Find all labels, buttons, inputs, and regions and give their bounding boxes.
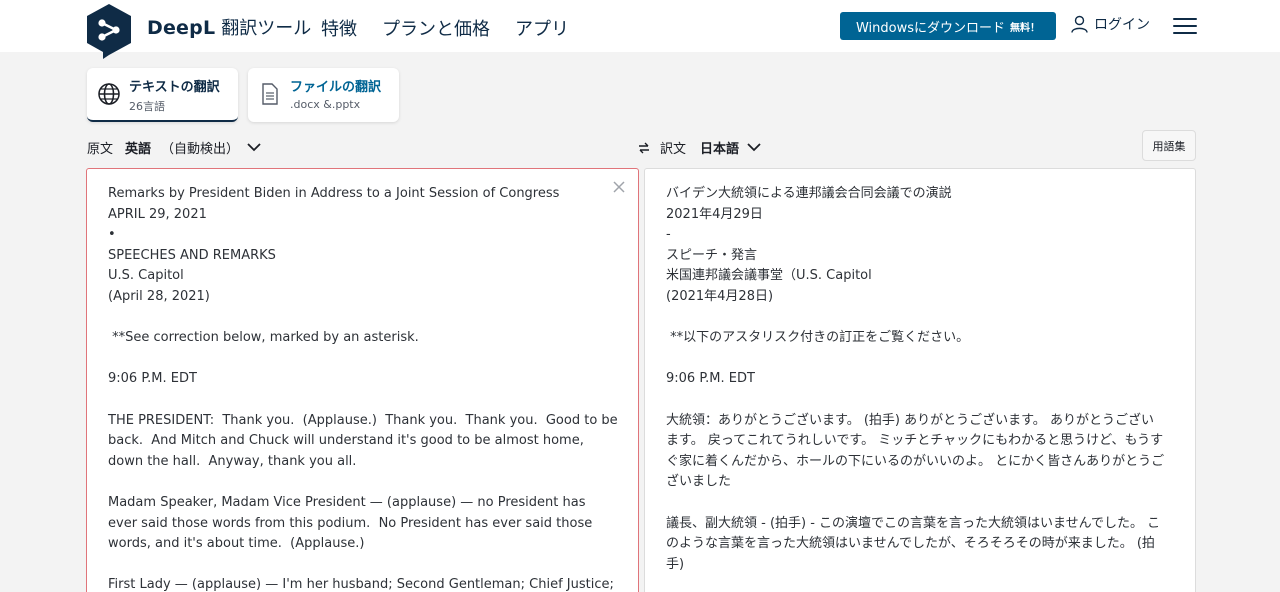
brand[interactable]: DeepL 翻訳ツール — [147, 14, 311, 40]
deepl-logo-icon[interactable] — [85, 3, 133, 59]
swap-languages-icon[interactable] — [638, 142, 650, 154]
target-language: 日本語 — [700, 142, 740, 157]
auto-detect-label: （自動検出） — [161, 142, 240, 157]
tab-file-title: ファイルの翻訳 — [290, 80, 382, 95]
download-label: Windowsにダウンロード — [855, 20, 1006, 36]
target-language-selector[interactable]: 訳文 日本語 — [638, 138, 761, 157]
windows-download-button[interactable]: Windowsにダウンロード 無料！ — [840, 12, 1056, 40]
chevron-down-icon — [747, 143, 761, 152]
clear-text-icon[interactable] — [611, 179, 627, 195]
main-nav: 特徴 プランと価格 アプリ — [321, 15, 569, 41]
download-free-label: 無料！ — [1010, 22, 1041, 34]
tab-text-subtitle: 26言語 — [129, 100, 165, 113]
source-language: 英語 — [125, 142, 152, 157]
source-textarea[interactable]: Remarks by President Biden in Address to… — [108, 184, 618, 592]
login-label: ログイン — [1094, 17, 1150, 33]
source-text-panel[interactable]: Remarks by President Biden in Address to… — [86, 168, 639, 592]
user-icon — [1071, 15, 1088, 33]
globe-icon — [98, 83, 120, 105]
hamburger-menu-icon[interactable] — [1173, 18, 1197, 36]
glossary-button[interactable]: 用語集 — [1142, 130, 1196, 161]
login-button[interactable]: ログイン — [1071, 14, 1150, 34]
brand-subtitle: 翻訳ツール — [221, 18, 312, 39]
top-header: DeepL 翻訳ツール 特徴 プランと価格 アプリ Windowsにダウンロード… — [0, 0, 1280, 59]
nav-features[interactable]: 特徴 — [321, 15, 357, 41]
nav-pricing[interactable]: プランと価格 — [382, 15, 490, 41]
translation-output: バイデン大統領による連邦議会合同会議での演説 2021年4月29日 - スピーチ… — [666, 186, 1165, 572]
nav-apps[interactable]: アプリ — [515, 15, 569, 41]
document-icon — [262, 83, 278, 105]
chevron-down-icon — [247, 143, 261, 152]
brand-name: DeepL — [147, 17, 216, 39]
source-language-selector[interactable]: 原文 英語 （自動検出） — [87, 138, 261, 157]
target-label: 訳文 — [660, 142, 687, 157]
target-text-panel: バイデン大統領による連邦議会合同会議での演説 2021年4月29日 - スピーチ… — [644, 168, 1196, 592]
tab-file-subtitle: .docx &.pptx — [290, 98, 361, 111]
tab-translate-text[interactable]: テキストの翻訳 26言語 — [87, 68, 238, 122]
tab-text-title: テキストの翻訳 — [129, 80, 220, 95]
tab-translate-file[interactable]: ファイルの翻訳 .docx &.pptx — [248, 68, 399, 122]
source-label: 原文 — [87, 142, 114, 157]
